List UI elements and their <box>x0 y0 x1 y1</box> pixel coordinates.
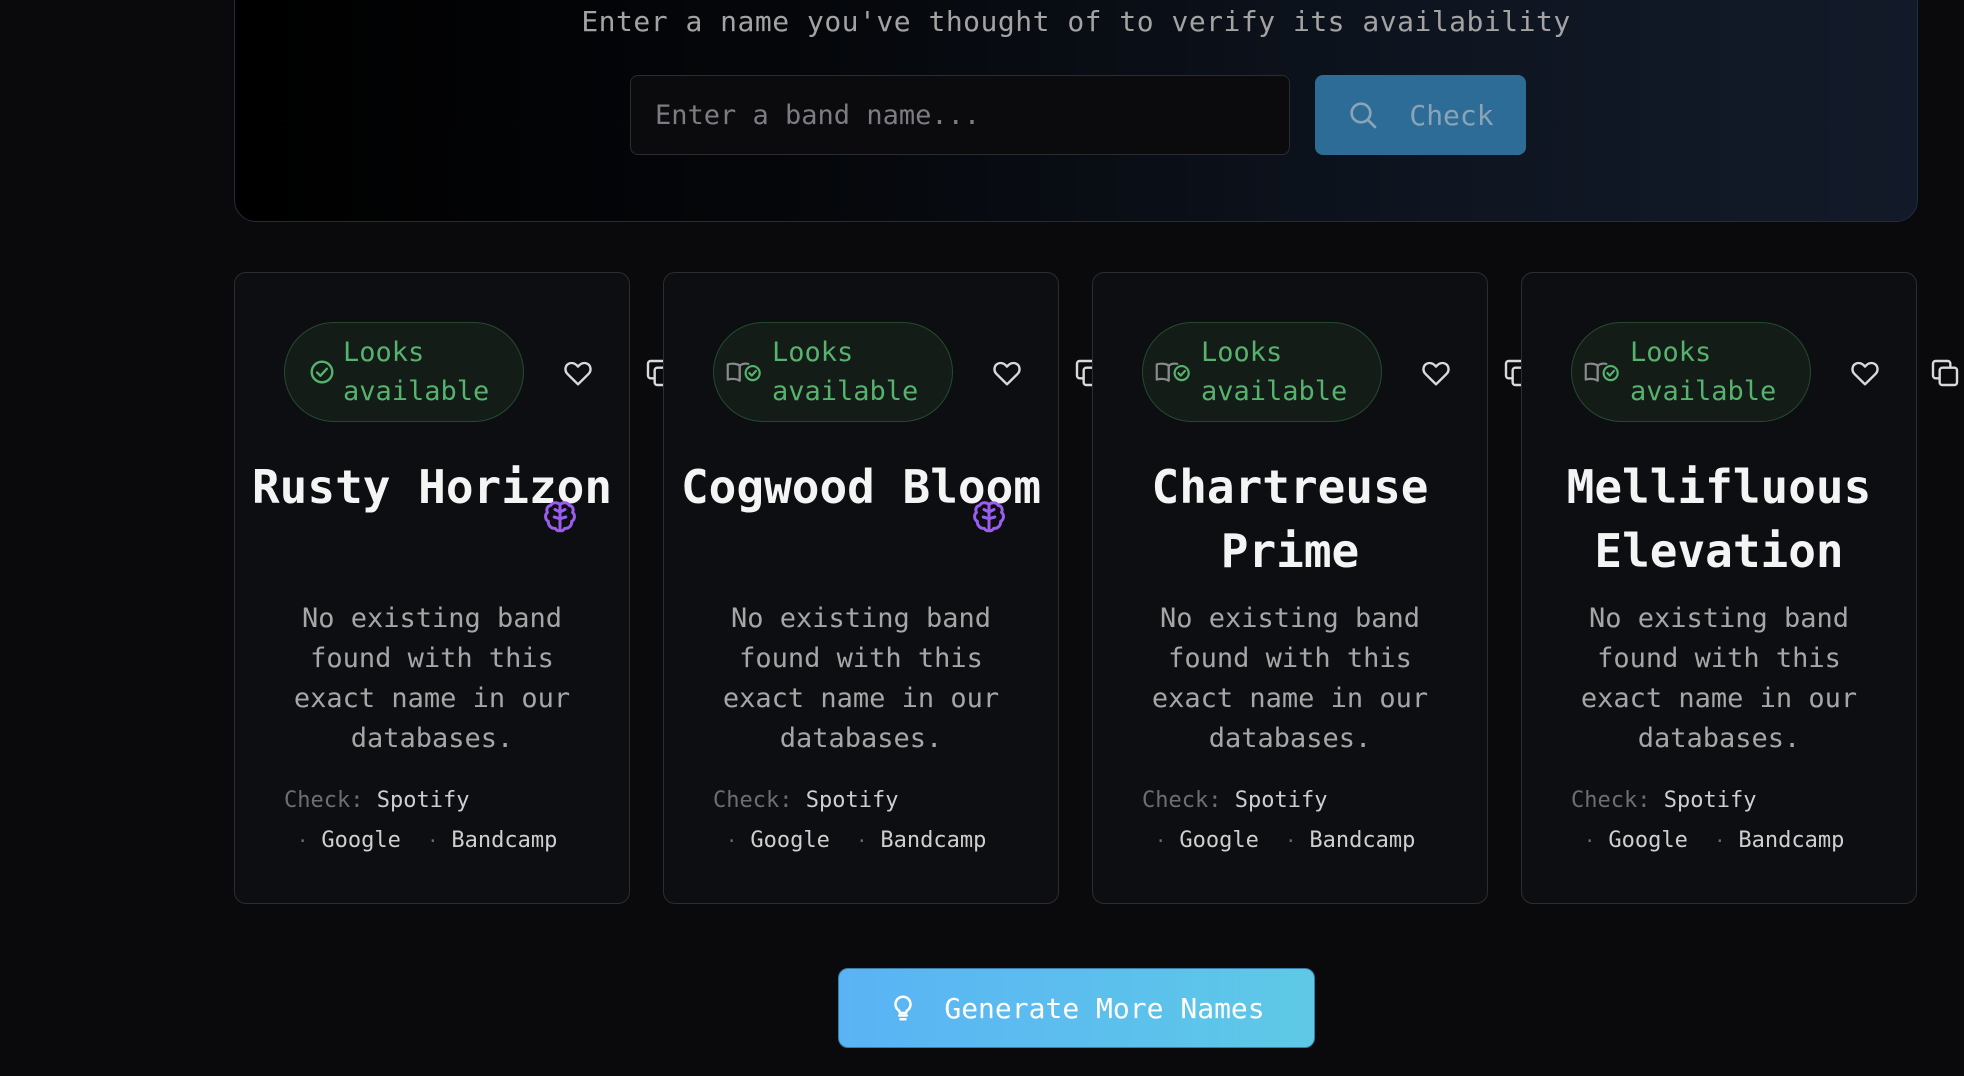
brain-icon <box>544 501 576 533</box>
availability-badge: Looks available <box>284 322 524 422</box>
spotify-link[interactable]: Spotify <box>377 788 470 813</box>
availability-label: Looks available <box>343 337 490 407</box>
brain-icon <box>973 501 1005 533</box>
band-card: Looks available Mellifluous Elevation No… <box>1521 272 1959 904</box>
availability-badge: Looks available <box>1142 322 1382 422</box>
band-name-input[interactable] <box>630 75 1290 155</box>
check-links: Check: Spotify · Google · Bandcamp <box>1571 788 1845 853</box>
band-card: Looks available Cogwood Bloom No existin… <box>663 272 1103 904</box>
band-name: Chartreuse Prime <box>1151 460 1429 578</box>
bandcamp-link[interactable]: Bandcamp <box>1309 828 1415 853</box>
check-button[interactable]: Check <box>1315 75 1526 155</box>
book-check-icon <box>1584 362 1619 382</box>
band-description: No existing band found with this exact n… <box>722 603 1000 754</box>
spotify-link[interactable]: Spotify <box>806 788 899 813</box>
check-links-label: Check: <box>1142 788 1222 813</box>
check-links: Check: Spotify · Google · Bandcamp <box>284 788 558 853</box>
check-links: Check: Spotify · Google · Bandcamp <box>713 788 987 853</box>
check-circle-icon <box>310 360 334 384</box>
availability-label: Looks available <box>772 337 919 407</box>
band-name: Mellifluous Elevation <box>1566 460 1872 578</box>
check-button-label: Check <box>1409 98 1494 132</box>
heart-icon[interactable] <box>1420 357 1452 389</box>
book-check-icon <box>726 362 761 382</box>
band-card: Looks available Rusty Horizon No existin… <box>234 272 674 904</box>
generate-more-names-button[interactable]: Generate More Names <box>838 968 1315 1048</box>
spotify-link[interactable]: Spotify <box>1664 788 1757 813</box>
google-link[interactable]: Google <box>1179 828 1258 853</box>
book-check-icon <box>1155 362 1190 382</box>
band-description: No existing band found with this exact n… <box>293 603 571 754</box>
check-links-label: Check: <box>1571 788 1651 813</box>
heart-icon[interactable] <box>1849 357 1881 389</box>
page: Enter a name you've thought of to verify… <box>0 0 1964 1076</box>
check-links-label: Check: <box>713 788 793 813</box>
copy-icon[interactable] <box>1929 357 1961 389</box>
availability-badge: Looks available <box>713 322 953 422</box>
bandcamp-link[interactable]: Bandcamp <box>880 828 986 853</box>
google-link[interactable]: Google <box>750 828 829 853</box>
availability-label: Looks available <box>1201 337 1348 407</box>
heart-icon[interactable] <box>991 357 1023 389</box>
google-link[interactable]: Google <box>1608 828 1687 853</box>
heart-icon[interactable] <box>562 357 594 389</box>
generate-more-names-label: Generate More Names <box>944 991 1265 1025</box>
availability-badge: Looks available <box>1571 322 1811 422</box>
availability-label: Looks available <box>1630 337 1777 407</box>
bandcamp-link[interactable]: Bandcamp <box>1738 828 1844 853</box>
band-description: No existing band found with this exact n… <box>1580 603 1858 754</box>
spotify-link[interactable]: Spotify <box>1235 788 1328 813</box>
search-panel: Enter a name you've thought of to verify… <box>234 0 1918 222</box>
check-links-label: Check: <box>284 788 364 813</box>
check-links: Check: Spotify · Google · Bandcamp <box>1142 788 1416 853</box>
search-icon <box>1350 102 1377 129</box>
search-subtitle: Enter a name you've thought of to verify… <box>581 5 1571 38</box>
band-card: Looks available Chartreuse Prime No exis… <box>1092 272 1532 904</box>
bandcamp-link[interactable]: Bandcamp <box>451 828 557 853</box>
google-link[interactable]: Google <box>321 828 400 853</box>
lightbulb-icon <box>894 995 913 1021</box>
band-description: No existing band found with this exact n… <box>1151 603 1429 754</box>
